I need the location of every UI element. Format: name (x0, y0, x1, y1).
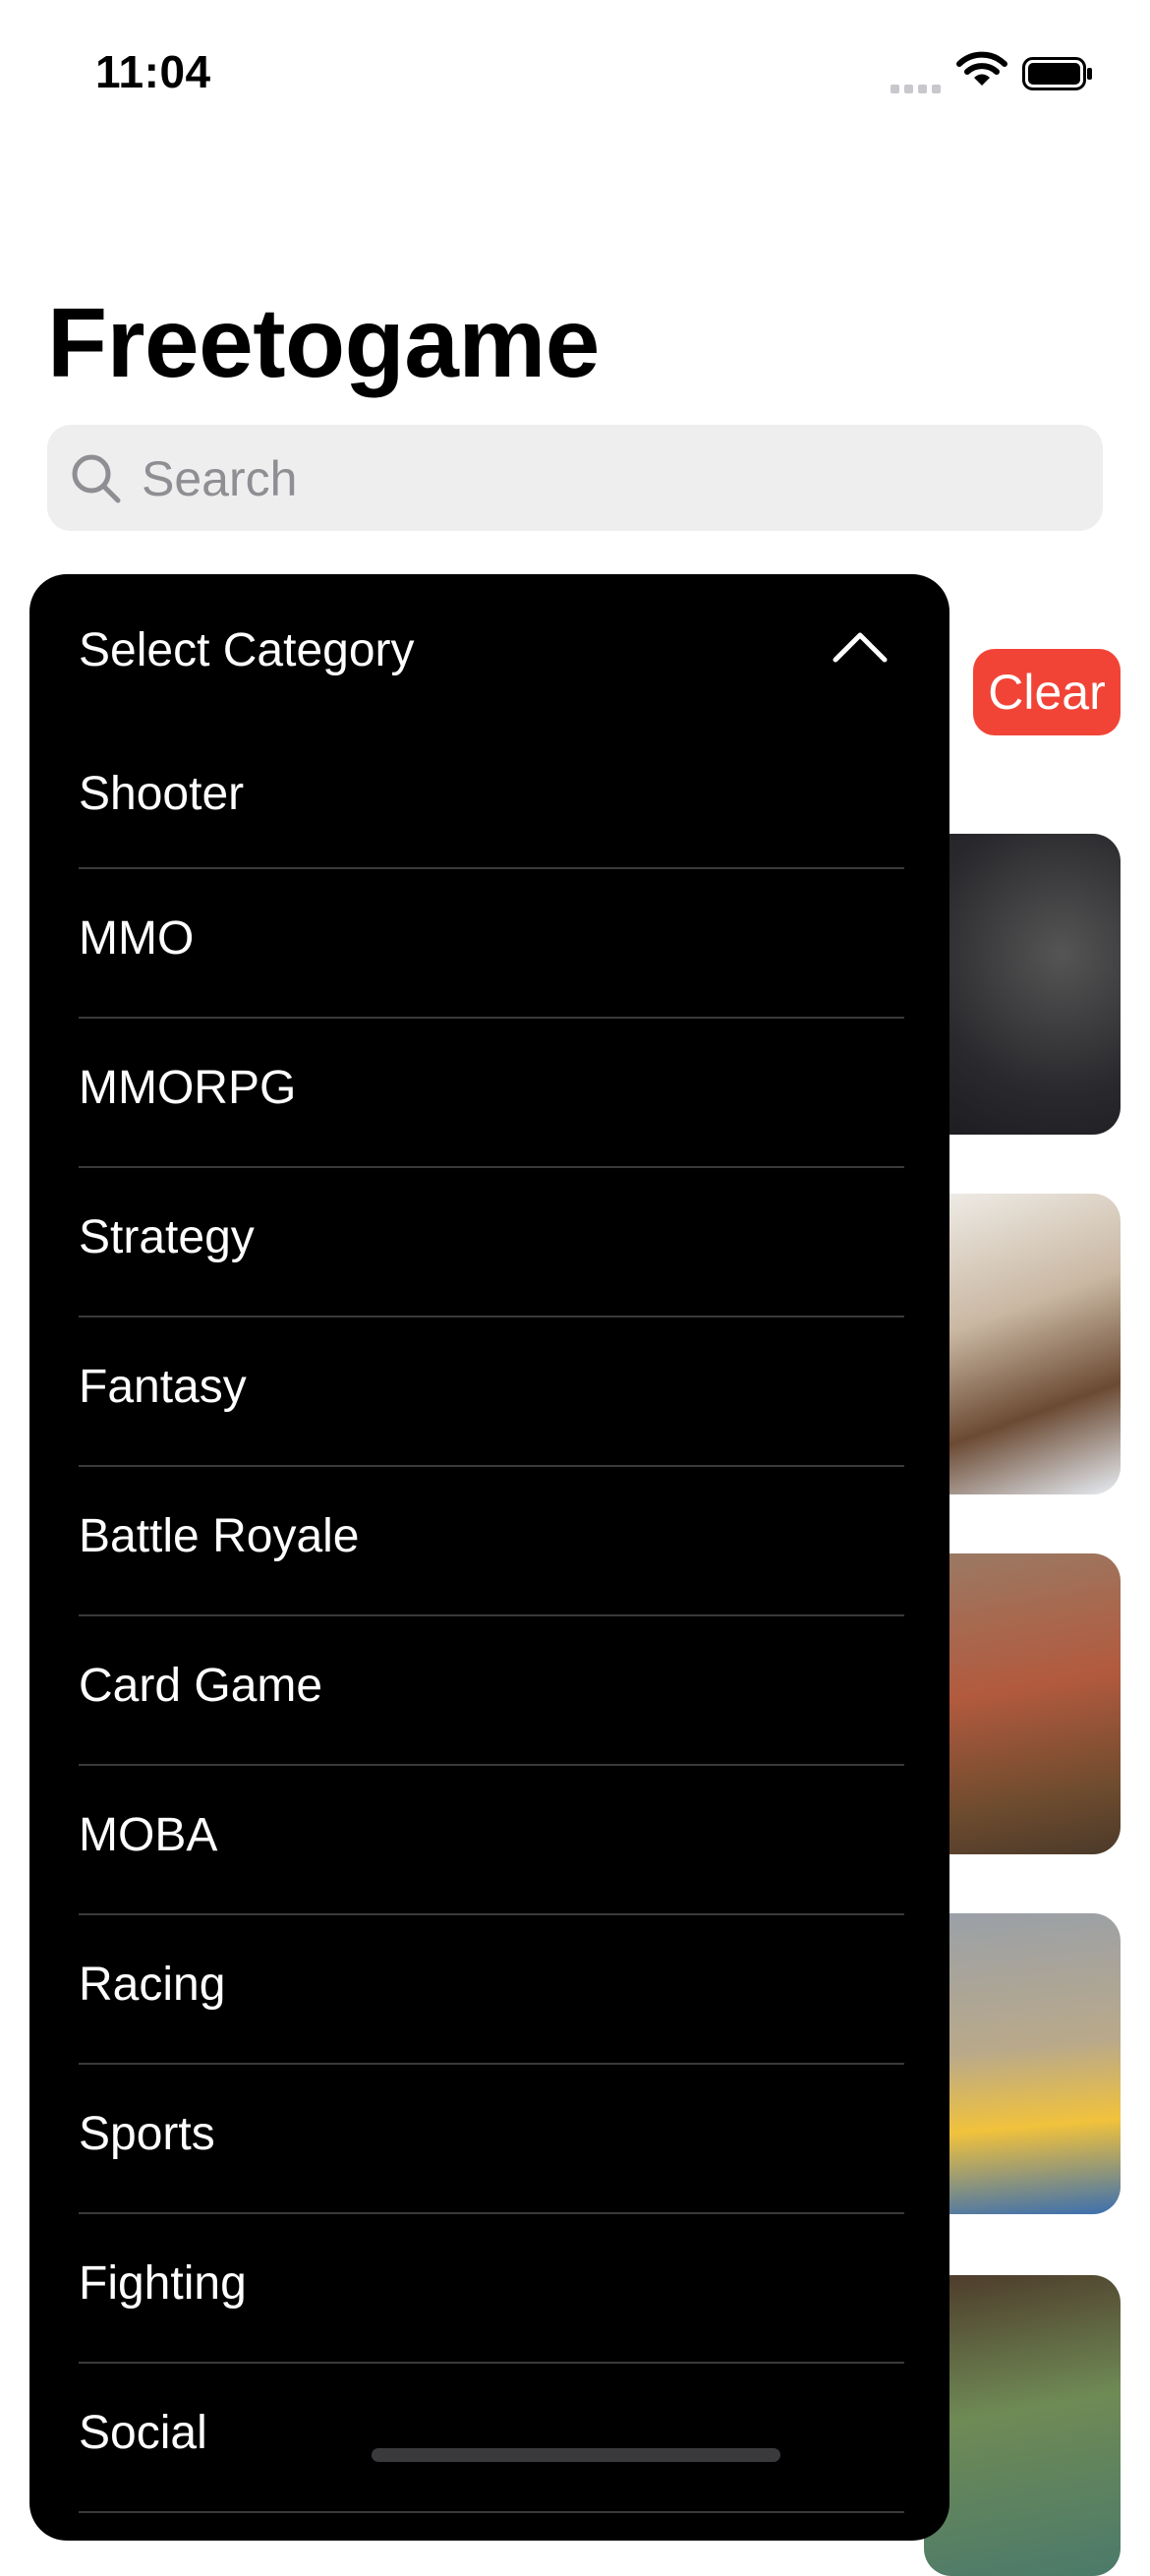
game-thumbnail[interactable] (924, 834, 1121, 1135)
clear-button[interactable]: Clear (973, 649, 1121, 735)
category-option[interactable]: Fighting (79, 2214, 904, 2364)
category-dropdown: Select Category Shooter MMO MMORPG Strat… (29, 574, 949, 2541)
game-thumbnail[interactable] (924, 1194, 1121, 1494)
game-thumbnail[interactable] (924, 2275, 1121, 2576)
category-option[interactable]: Strategy (79, 1168, 904, 1317)
category-option[interactable]: Fantasy (79, 1317, 904, 1467)
battery-icon (1022, 57, 1093, 95)
category-option[interactable]: MMO (79, 869, 904, 1019)
game-thumbnail[interactable] (924, 1553, 1121, 1854)
category-option[interactable]: Racing (79, 1915, 904, 2065)
category-option[interactable]: Sports (79, 2065, 904, 2214)
page-title: Freetogame (47, 288, 600, 398)
search-icon (69, 451, 124, 511)
dropdown-title: Select Category (79, 624, 415, 676)
game-thumbnail[interactable] (924, 1913, 1121, 2214)
category-options: Shooter MMO MMORPG Strategy Fantasy Batt… (79, 722, 904, 2513)
search-input[interactable] (140, 444, 1067, 513)
status-bar: 11:04 (0, 0, 1150, 147)
category-option[interactable]: Card Game (79, 1616, 904, 1766)
home-indicator (372, 2448, 780, 2462)
wifi-icon (956, 51, 1007, 93)
category-option[interactable]: MMORPG (79, 1019, 904, 1168)
category-option[interactable]: Shooter (79, 722, 904, 869)
category-option[interactable]: MOBA (79, 1766, 904, 1915)
dropdown-header[interactable]: Select Category (29, 574, 949, 722)
cellular-signal-icon (891, 81, 946, 98)
status-time: 11:04 (95, 46, 211, 97)
chevron-up-icon[interactable] (831, 629, 890, 670)
category-option[interactable]: Social (79, 2364, 904, 2513)
category-option[interactable]: Battle Royale (79, 1467, 904, 1616)
search-bar[interactable] (47, 425, 1103, 531)
